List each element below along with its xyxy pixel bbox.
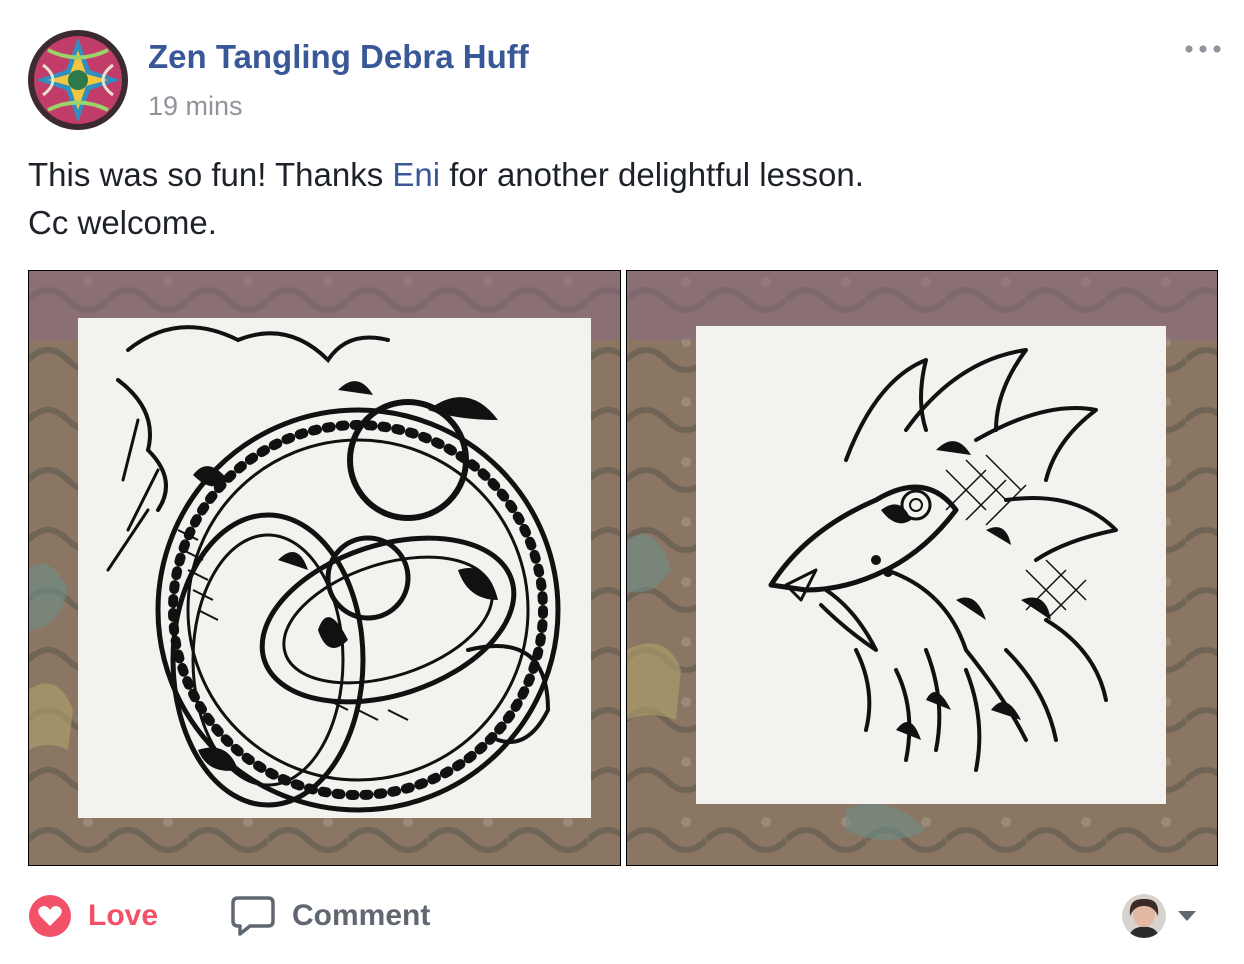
dragon-head-drawing [626,270,1218,866]
post-photo-1[interactable] [28,270,621,866]
comment-label: Comment [292,899,431,932]
post-message: This was so fun! Thanks Eni for another … [28,151,1218,247]
more-options-icon[interactable] [1180,34,1226,64]
post-message-line-1: This was so fun! Thanks Eni for another … [28,151,1218,199]
avatar-image [28,30,128,130]
post-text-part: This was so fun! Thanks [28,156,393,193]
love-button[interactable]: Love [28,888,158,944]
heart-icon [29,895,71,937]
post-message-line-2: Cc welcome. [28,204,217,241]
post-timestamp[interactable]: 19 mins [148,91,243,122]
caret-down-icon [1178,911,1196,921]
mention-link[interactable]: Eni [392,156,440,193]
speech-bubble-icon [231,896,275,936]
love-label: Love [88,899,159,932]
comment-as-selector[interactable] [1122,893,1202,939]
author-name-link[interactable]: Zen Tangling Debra Huff [148,38,529,76]
post-photo-2[interactable] [626,270,1218,866]
comment-button[interactable]: Comment [230,888,430,944]
post-text-part: for another delightful lesson. [440,156,864,193]
dragon-circle-drawing [28,270,621,866]
current-user-avatar [1122,894,1166,938]
author-avatar[interactable] [28,30,128,130]
